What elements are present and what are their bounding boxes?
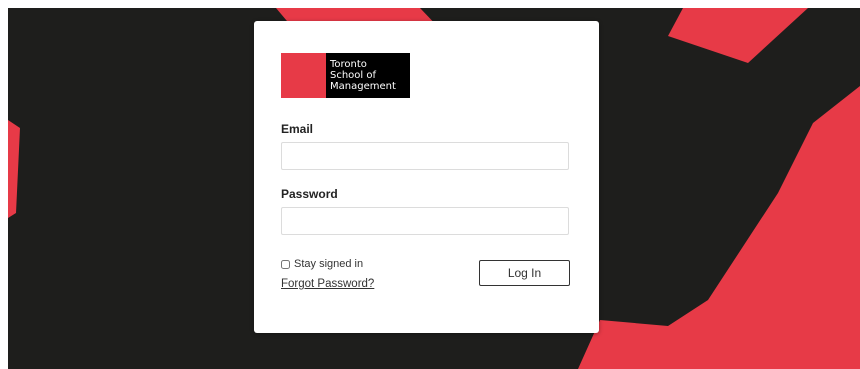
stay-signed-in-label: Stay signed in xyxy=(294,258,364,270)
logo-line-3: Management xyxy=(330,81,396,92)
logo-line-2: School of xyxy=(330,70,377,81)
login-button[interactable]: Log In xyxy=(479,260,570,286)
logo-wordmark: Toronto School of Management xyxy=(326,53,396,98)
swoosh-top-right xyxy=(668,8,808,63)
logo-red-square xyxy=(281,53,326,98)
page: Toronto School of Management Email Passw… xyxy=(0,0,860,369)
login-card: Toronto School of Management Email Passw… xyxy=(254,21,599,333)
forgot-password-link[interactable]: Forgot Password? xyxy=(281,278,374,290)
stay-signed-in-option[interactable]: Stay signed in xyxy=(281,258,363,270)
stay-signed-in-checkbox[interactable] xyxy=(281,259,290,269)
email-field[interactable] xyxy=(281,142,569,170)
swoosh-left-edge xyxy=(8,120,20,218)
school-logo: Toronto School of Management xyxy=(281,53,410,98)
email-label: Email xyxy=(281,122,314,136)
password-field[interactable] xyxy=(281,207,569,235)
password-label: Password xyxy=(281,187,338,201)
logo-line-1: Toronto xyxy=(330,59,367,70)
swoosh-large-curve xyxy=(578,86,860,369)
